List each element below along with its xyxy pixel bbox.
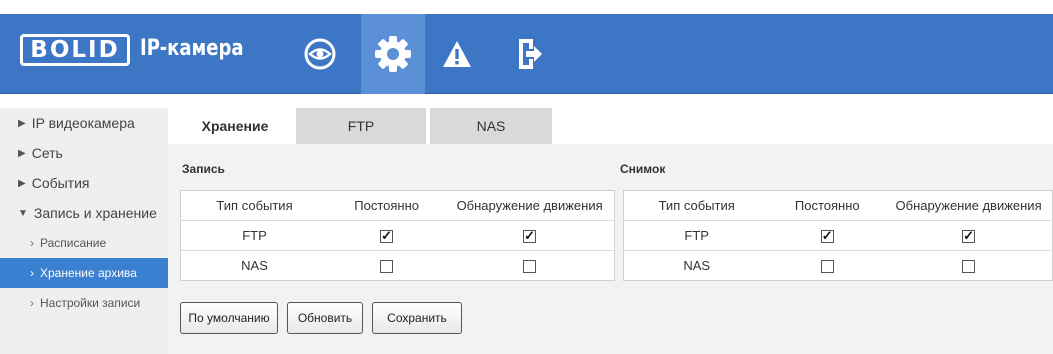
sidebar-item-camera[interactable]: ▶ IP видеокамера bbox=[0, 108, 168, 138]
record-ftp-motion-checkbox[interactable] bbox=[523, 228, 537, 244]
sidebar-subitem-label: Расписание bbox=[40, 236, 107, 250]
triangle-down-icon: ▼ bbox=[18, 207, 28, 219]
column-header: Тип события bbox=[658, 198, 735, 213]
column-header: Тип события bbox=[216, 198, 293, 213]
triangle-right-icon: ▶ bbox=[18, 117, 26, 129]
sidebar-subitem-label: Настройки записи bbox=[40, 296, 141, 310]
sidebar-subitem-schedule[interactable]: › Расписание bbox=[0, 228, 168, 258]
triangle-right-icon: ▶ bbox=[18, 177, 26, 189]
snapshot-nas-motion-checkbox[interactable] bbox=[962, 260, 976, 274]
record-section-title: Запись bbox=[182, 162, 225, 176]
sidebar: ▶ IP видеокамера ▶ Сеть ▶ События ▼ Запи… bbox=[0, 108, 168, 354]
sidebar-item-events[interactable]: ▶ События bbox=[0, 168, 168, 198]
refresh-button[interactable]: Обновить bbox=[287, 302, 363, 334]
event-type-cell: FTP bbox=[180, 220, 329, 251]
tab-storage[interactable]: Хранение bbox=[178, 108, 292, 144]
column-header: Постоянно bbox=[354, 198, 419, 213]
sidebar-item-label: События bbox=[31, 175, 90, 191]
event-type-cell: NAS bbox=[623, 250, 770, 281]
app-title: IP-камера bbox=[140, 36, 244, 61]
chevron-right-icon: › bbox=[30, 296, 34, 310]
eye-icon[interactable] bbox=[290, 14, 350, 94]
sidebar-item-network[interactable]: ▶ Сеть bbox=[0, 138, 168, 168]
tab-bar: Хранение FTP NAS bbox=[178, 108, 556, 144]
record-nas-motion-checkbox[interactable] bbox=[523, 260, 537, 274]
sidebar-item-label: Запись и хранение bbox=[33, 205, 157, 221]
exit-icon[interactable] bbox=[505, 14, 555, 94]
default-button[interactable]: По умолчанию bbox=[180, 302, 278, 334]
table-row: NAS bbox=[180, 250, 615, 281]
sidebar-item-record-storage[interactable]: ▼ Запись и хранение bbox=[0, 198, 168, 228]
column-header: Обнаружение движения bbox=[895, 198, 1042, 213]
gear-icon[interactable] bbox=[361, 14, 425, 94]
sidebar-subitem-record-settings[interactable]: › Настройки записи bbox=[0, 288, 168, 318]
event-type-cell: FTP bbox=[623, 220, 770, 251]
sidebar-item-label: Сеть bbox=[31, 145, 63, 161]
warning-icon[interactable] bbox=[432, 14, 482, 94]
triangle-right-icon: ▶ bbox=[18, 147, 26, 159]
column-header: Постоянно bbox=[794, 198, 860, 213]
record-ftp-constant-checkbox[interactable] bbox=[380, 228, 394, 244]
sidebar-subitem-label: Хранение архива bbox=[40, 266, 137, 280]
storage-panel: Запись Снимок Тип события Постоянно Обна… bbox=[168, 144, 1053, 354]
chevron-right-icon: › bbox=[30, 266, 34, 280]
column-header: Обнаружение движения bbox=[456, 198, 603, 213]
sidebar-subitem-archive-storage[interactable]: › Хранение архива bbox=[0, 258, 168, 288]
tab-nas[interactable]: NAS bbox=[430, 108, 552, 144]
record-table: Тип события Постоянно Обнаружение движен… bbox=[180, 190, 615, 281]
save-button[interactable]: Сохранить bbox=[372, 302, 462, 334]
sidebar-item-label: IP видеокамера bbox=[31, 115, 135, 131]
table-header-row: Тип события Постоянно Обнаружение движен… bbox=[181, 191, 615, 221]
record-nas-constant-checkbox[interactable] bbox=[380, 260, 394, 274]
snapshot-ftp-constant-checkbox[interactable] bbox=[820, 228, 834, 244]
header-bar: BOLID IP-камера bbox=[0, 14, 1053, 94]
table-header-row: Тип события Постоянно Обнаружение движен… bbox=[624, 191, 1053, 221]
table-row: NAS bbox=[623, 250, 1053, 281]
snapshot-nas-constant-checkbox[interactable] bbox=[820, 260, 834, 274]
snapshot-section-title: Снимок bbox=[620, 162, 666, 176]
event-type-cell: NAS bbox=[180, 250, 329, 281]
tab-ftp[interactable]: FTP bbox=[296, 108, 426, 144]
snapshot-table: Тип события Постоянно Обнаружение движен… bbox=[623, 190, 1053, 281]
table-row: FTP bbox=[623, 220, 1053, 251]
table-row: FTP bbox=[180, 220, 615, 251]
bolid-logo: BOLID bbox=[20, 34, 130, 66]
chevron-right-icon: › bbox=[30, 236, 34, 250]
top-strip bbox=[0, 0, 1053, 14]
snapshot-ftp-motion-checkbox[interactable] bbox=[962, 228, 976, 244]
